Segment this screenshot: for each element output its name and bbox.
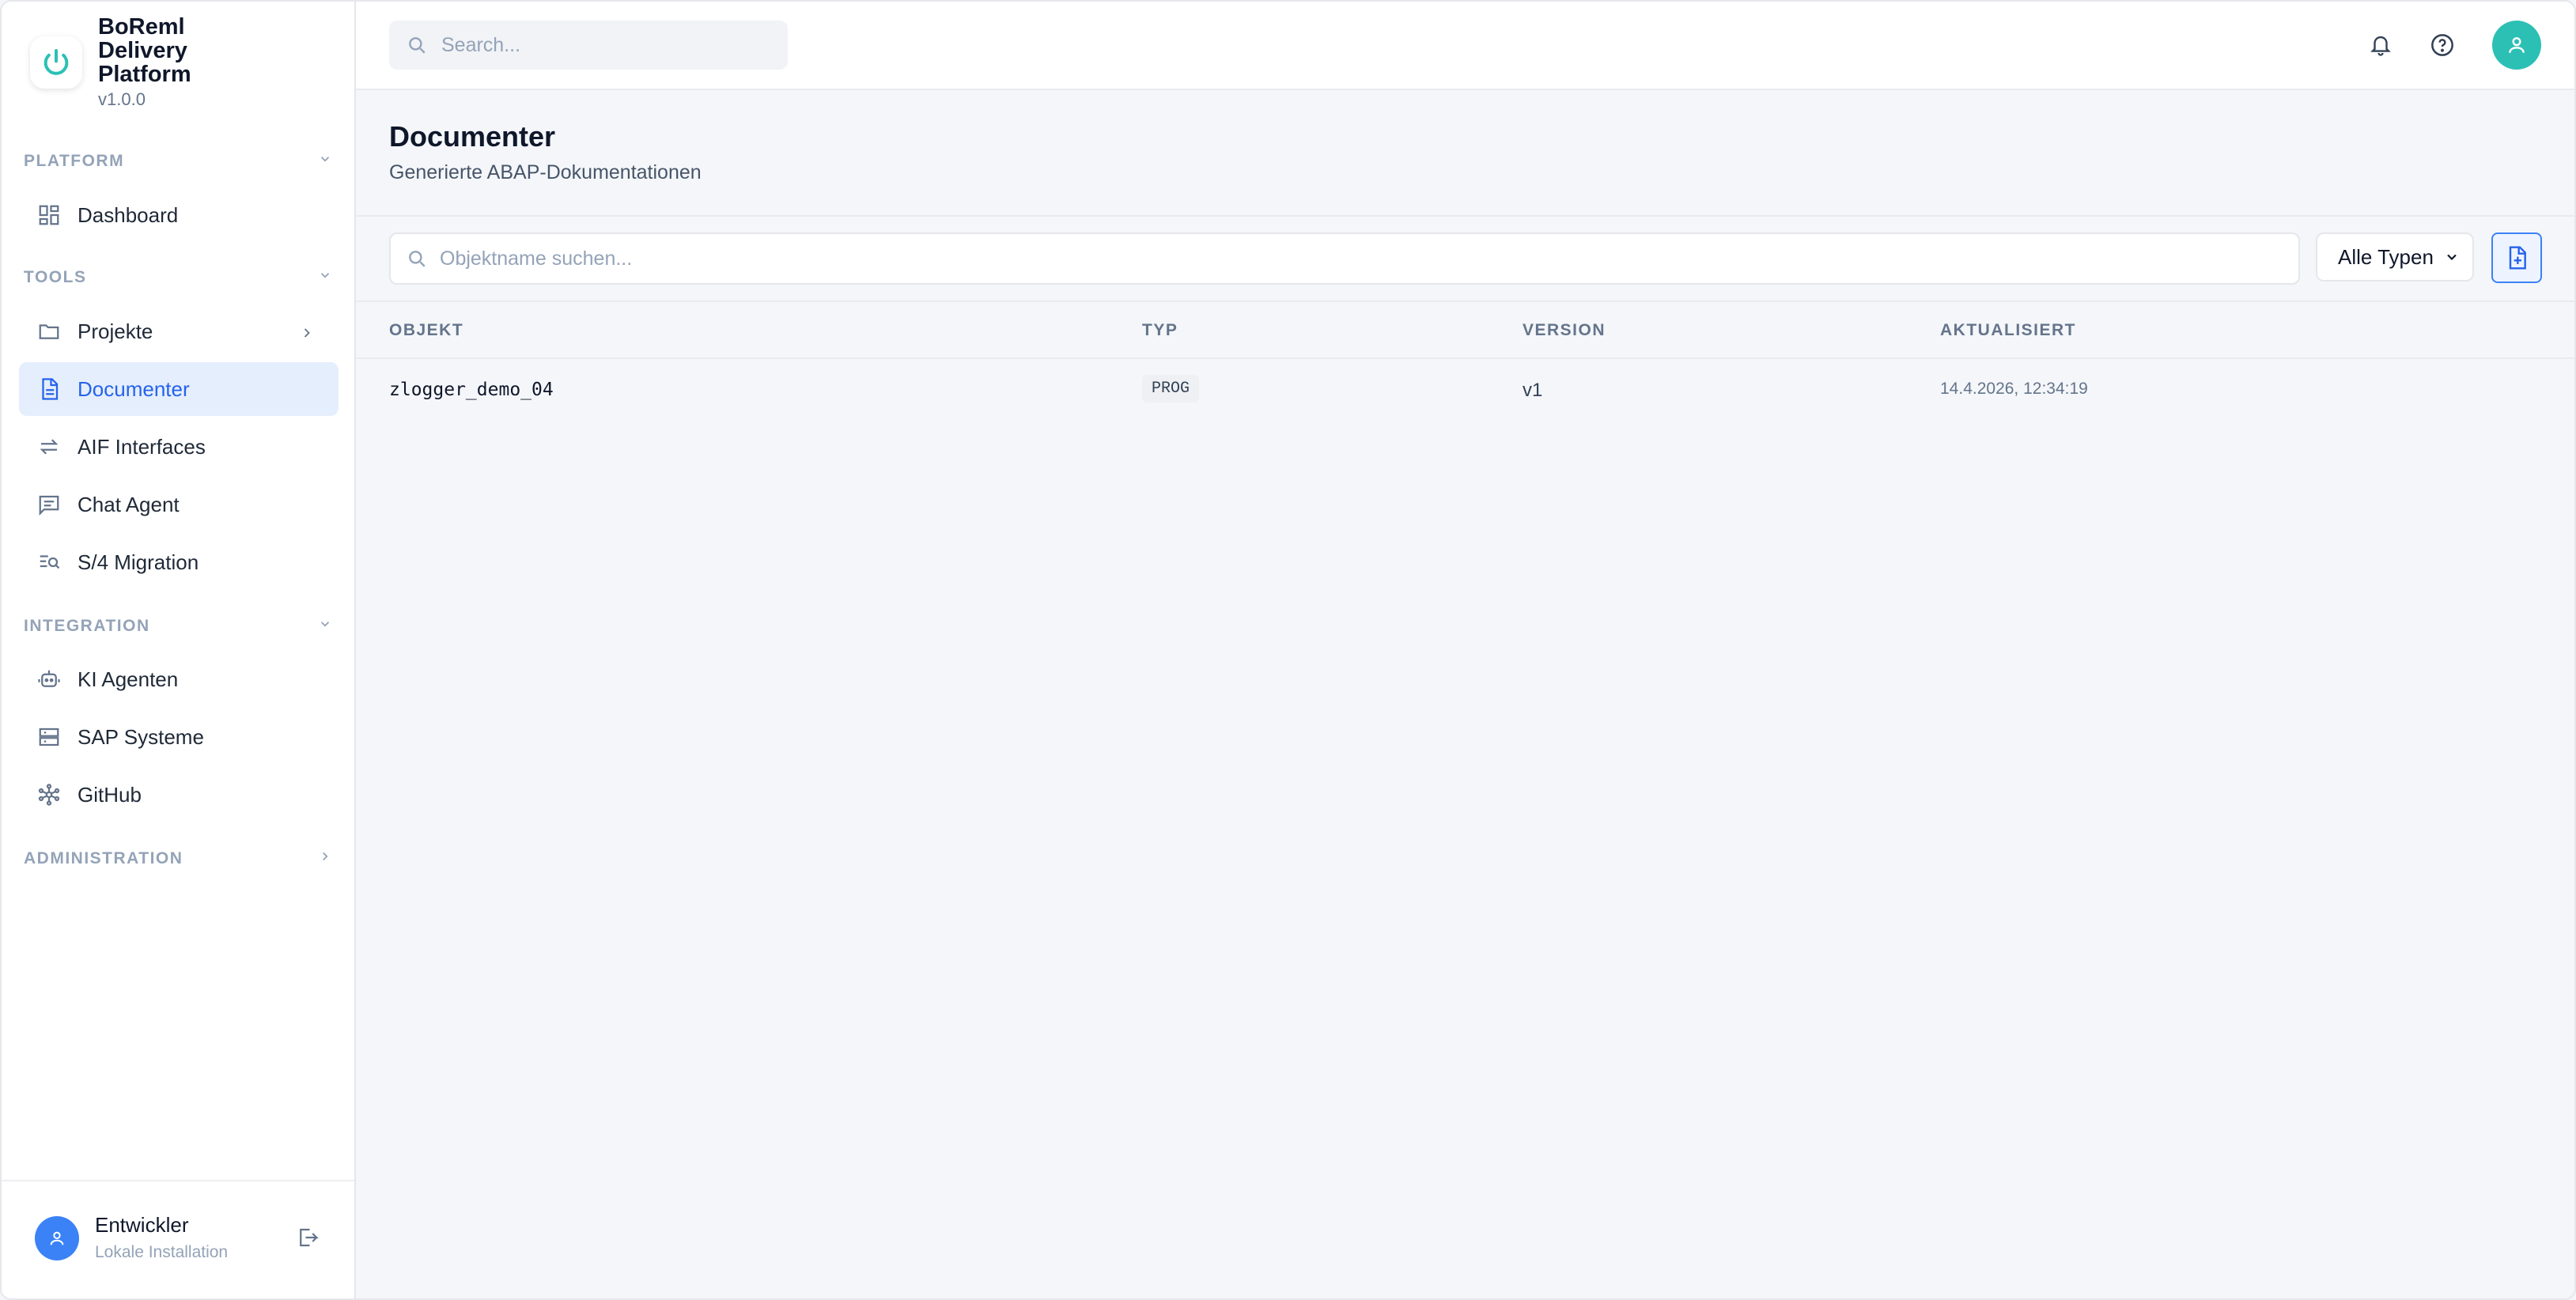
sidebar-item-chat-agent[interactable]: Chat Agent xyxy=(19,478,339,531)
chevron-down-icon xyxy=(2444,249,2460,265)
new-document-button[interactable] xyxy=(2491,232,2542,283)
page-subtitle: Generierte ABAP-Dokumentationen xyxy=(389,161,702,183)
sidebar-item-aif-interfaces[interactable]: AIF Interfaces xyxy=(19,420,339,474)
brand[interactable]: BoReml Delivery Platform v1.0.0 xyxy=(30,15,280,109)
app-title: BoReml Delivery Platform xyxy=(98,14,191,87)
user-icon xyxy=(2509,37,2525,53)
logout-icon[interactable] xyxy=(296,1226,320,1253)
section-label: INTEGRATION xyxy=(24,617,150,635)
sidebar-item-projekte[interactable]: Projekte xyxy=(19,304,339,358)
arrows-exchange-icon xyxy=(35,433,63,461)
chat-icon xyxy=(35,490,63,519)
sidebar-item-label: Documenter xyxy=(78,376,190,401)
app-version: v1.0.0 xyxy=(98,89,146,109)
folder-icon xyxy=(35,317,63,346)
object-search-input[interactable] xyxy=(438,246,2260,271)
sidebar-item-label: S/4 Migration xyxy=(78,550,199,574)
avatar[interactable] xyxy=(35,1216,79,1260)
sidebar-item-label: Projekte xyxy=(78,319,153,343)
chevron-down-icon xyxy=(318,268,332,287)
filter-bar: Alle Typen xyxy=(356,217,2574,300)
sidebar: BoReml Delivery Platform v1.0.0 PLATFORM… xyxy=(2,2,356,1298)
network-icon xyxy=(35,780,63,809)
chevron-down-icon xyxy=(318,617,332,636)
document-icon xyxy=(35,375,63,403)
sidebar-item-dashboard[interactable]: Dashboard xyxy=(19,188,339,242)
sidebar-item-label: AIF Interfaces xyxy=(78,434,206,459)
user-profile: Entwickler Lokale Installation xyxy=(2,1180,354,1298)
sidebar-item-label: SAP Systeme xyxy=(78,724,204,749)
topbar xyxy=(356,2,2574,90)
user-subtitle: Lokale Installation xyxy=(95,1243,229,1261)
list-search-icon xyxy=(35,548,63,576)
type-select[interactable]: Alle Typen xyxy=(2316,232,2474,282)
section-label: ADMINISTRATION xyxy=(24,849,183,867)
sidebar-item-label: GitHub xyxy=(78,782,142,807)
sidebar-item-ki-agenten[interactable]: KI Agenten xyxy=(19,652,339,706)
column-header-typ[interactable]: TYP xyxy=(1142,321,1178,340)
page-title: Documenter xyxy=(389,120,556,153)
page-header: Documenter Generierte ABAP-Dokumentation… xyxy=(356,90,2574,217)
section-tools[interactable]: TOOLS xyxy=(24,268,332,287)
global-search[interactable] xyxy=(389,21,788,70)
chevron-right-icon xyxy=(299,322,315,346)
bell-icon[interactable] xyxy=(2366,30,2396,60)
app-window: BoReml Delivery Platform v1.0.0 PLATFORM… xyxy=(0,0,2576,1300)
sidebar-item-documenter[interactable]: Documenter xyxy=(19,362,339,416)
section-label: TOOLS xyxy=(24,268,87,286)
server-icon xyxy=(35,723,63,751)
user-icon xyxy=(50,1231,64,1245)
user-avatar-button[interactable] xyxy=(2492,21,2541,70)
column-header-version[interactable]: VERSION xyxy=(1523,321,1606,340)
section-platform[interactable]: PLATFORM xyxy=(24,152,332,171)
chevron-down-icon xyxy=(318,152,332,171)
cell-objekt[interactable]: zlogger_demo_04 xyxy=(389,380,554,400)
chevron-right-icon xyxy=(318,849,332,868)
help-icon[interactable] xyxy=(2427,30,2457,60)
search-icon xyxy=(407,35,427,55)
documents-table: OBJEKT TYP VERSION AKTUALISIERT zlogger_… xyxy=(356,300,2574,421)
file-plus-icon xyxy=(2509,246,2526,270)
type-badge: PROG xyxy=(1142,375,1200,402)
user-name: Entwickler xyxy=(95,1213,189,1237)
sidebar-item-label: Dashboard xyxy=(78,202,179,227)
section-integration[interactable]: INTEGRATION xyxy=(24,617,332,636)
robot-icon xyxy=(35,665,63,693)
sidebar-item-s4-migration[interactable]: S/4 Migration xyxy=(19,535,339,589)
sidebar-item-github[interactable]: GitHub xyxy=(19,768,339,822)
cell-version: v1 xyxy=(1523,380,1543,401)
type-select-value: Alle Typen xyxy=(2338,244,2434,269)
dashboard-icon xyxy=(35,201,63,229)
table-header: OBJEKT TYP VERSION AKTUALISIERT xyxy=(356,300,2574,359)
sidebar-item-label: KI Agenten xyxy=(78,667,179,691)
column-header-aktualisiert[interactable]: AKTUALISIERT xyxy=(1940,321,2076,340)
sidebar-item-label: Chat Agent xyxy=(78,492,180,516)
search-icon xyxy=(407,248,427,269)
power-logo-icon xyxy=(30,36,82,89)
sidebar-item-sap-systeme[interactable]: SAP Systeme xyxy=(19,710,339,764)
cell-aktualisiert: 14.4.2026, 12:34:19 xyxy=(1940,380,2088,398)
global-search-input[interactable] xyxy=(440,32,775,58)
table-row[interactable]: zlogger_demo_04 PROG v1 14.4.2026, 12:34… xyxy=(356,359,2574,421)
column-header-objekt[interactable]: OBJEKT xyxy=(389,321,463,340)
section-administration[interactable]: ADMINISTRATION xyxy=(24,849,332,868)
section-label: PLATFORM xyxy=(24,152,125,170)
object-search[interactable] xyxy=(389,232,2300,285)
